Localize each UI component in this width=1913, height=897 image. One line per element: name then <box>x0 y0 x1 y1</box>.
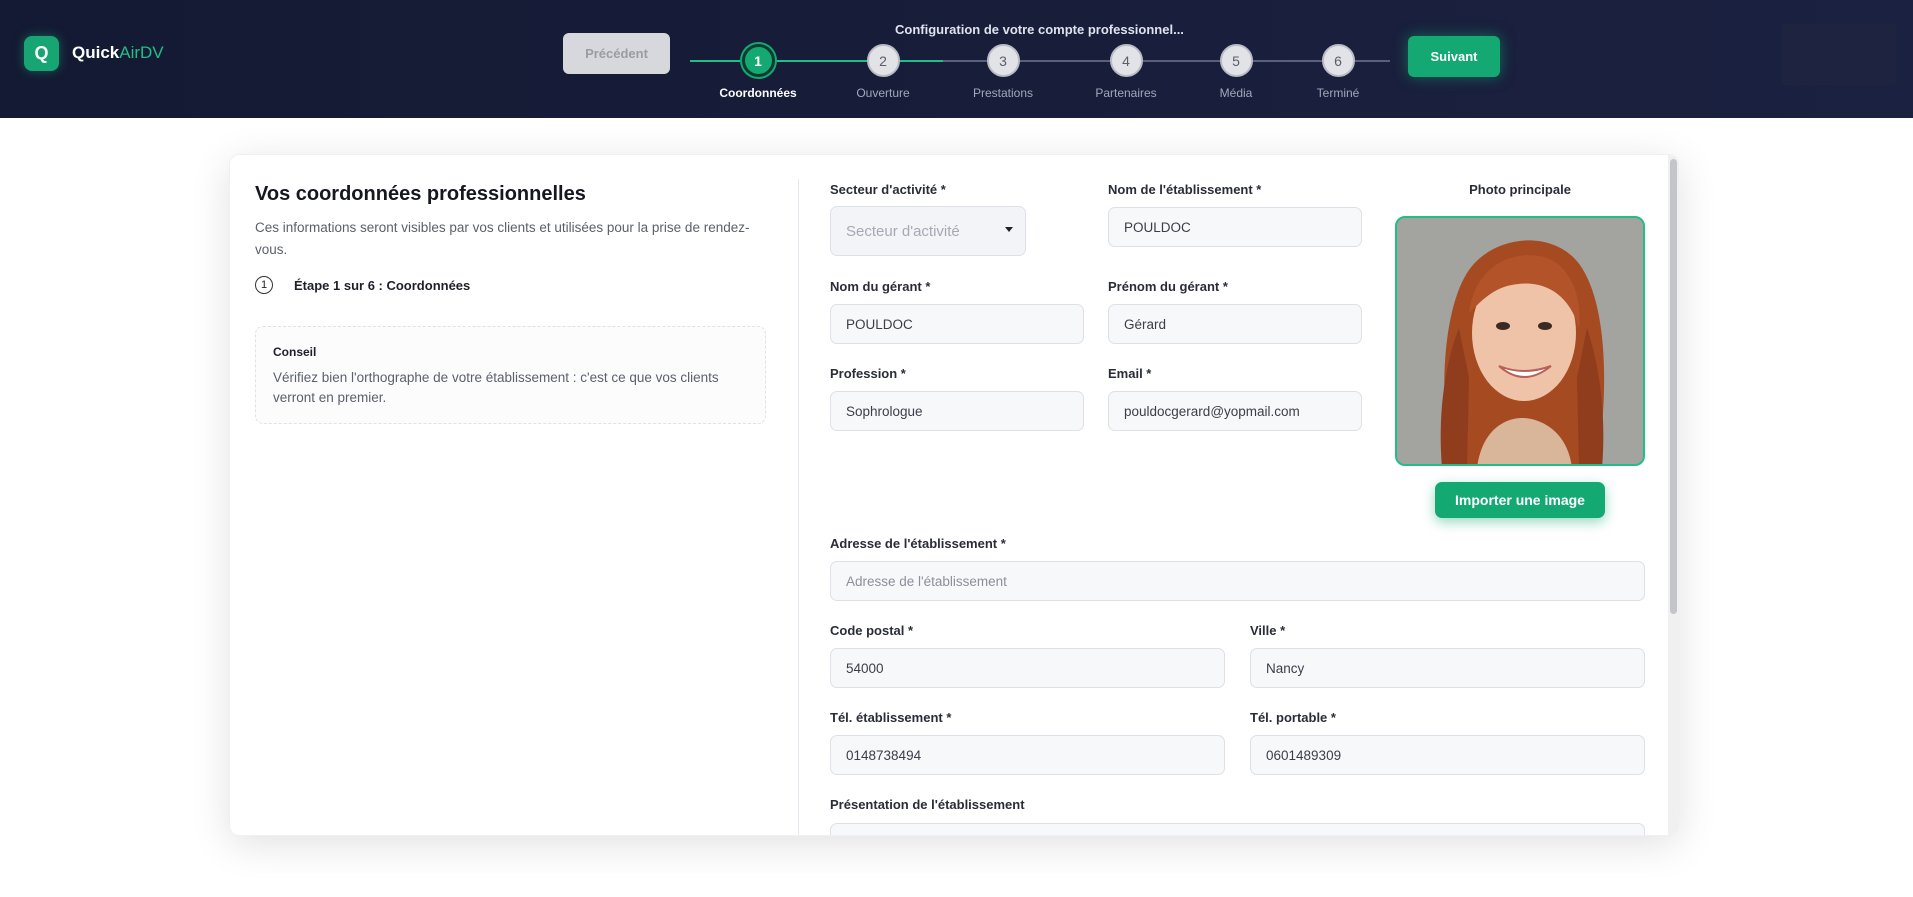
step-label: Ouverture <box>856 86 910 100</box>
gerant-prenom-field[interactable]: Gérard <box>1108 304 1362 344</box>
import-image-button[interactable]: Importer une image <box>1435 482 1605 518</box>
tip-title: Conseil <box>273 345 317 359</box>
step-partenaires[interactable]: 4 Partenaires <box>1066 44 1186 100</box>
gerant-nom-field[interactable]: POULDOC <box>830 304 1084 344</box>
etab-label: Nom de l'établissement * <box>1108 182 1262 197</box>
ville-field[interactable]: Nancy <box>1250 648 1645 688</box>
profession-field[interactable]: Sophrologue <box>830 391 1084 431</box>
previous-button[interactable]: Précédent <box>563 33 670 74</box>
cp-label: Code postal * <box>830 623 914 638</box>
step-prestations[interactable]: 3 Prestations <box>943 44 1063 100</box>
brand-main: Quick <box>72 43 120 62</box>
secteur-label: Secteur d'activité * <box>830 182 946 197</box>
profession-label: Profession * <box>830 366 906 381</box>
tip-text: Vérifiez bien l'orthographe de votre éta… <box>273 370 719 405</box>
presentation-label: Présentation de l'établissement <box>830 797 1025 812</box>
step-label: Partenaires <box>1095 86 1157 100</box>
step-termine[interactable]: 6 Terminé <box>1278 44 1398 100</box>
portrait-image <box>1397 218 1643 464</box>
page-title: Vos coordonnées professionnelles <box>255 183 586 205</box>
top-header: Q QuickAirDV Précédent Configuration de … <box>0 0 1913 118</box>
etab-field[interactable]: POULDOC <box>1108 207 1362 247</box>
step-indicator-text: Étape 1 sur 6 : Coordonnées <box>294 277 471 293</box>
step-indicator: 1 Étape 1 sur 6 : Coordonnées <box>255 276 470 294</box>
photo-label: Photo principale <box>1469 182 1571 197</box>
step-ouverture[interactable]: 2 Ouverture <box>823 44 943 100</box>
step-circle: 5 <box>1219 44 1253 77</box>
step-circle: 2 <box>866 44 900 77</box>
adresse-field[interactable]: Adresse de l'établissement <box>830 561 1645 601</box>
form-card: Vos coordonnées professionnelles Ces inf… <box>229 154 1679 836</box>
chevron-down-icon <box>1005 227 1013 232</box>
step-label: Terminé <box>1316 86 1360 100</box>
step-circle: 1 <box>741 44 775 77</box>
ville-label: Ville * <box>1250 623 1286 638</box>
column-divider <box>798 179 799 835</box>
step-coordonnees[interactable]: 1 Coordonnées <box>698 44 818 100</box>
secteur-select[interactable]: Secteur d'activité <box>830 206 1026 256</box>
tel-etab-label: Tél. établissement * <box>830 710 952 725</box>
tel-etab-field[interactable]: 0148738494 <box>830 735 1225 775</box>
step-label: Média <box>1219 86 1253 100</box>
config-title: Configuration de votre compte profession… <box>895 22 1184 37</box>
step-circle: 4 <box>1109 44 1143 77</box>
gerant-prenom-label: Prénom du gérant * <box>1108 279 1228 294</box>
tip-box: Conseil Vérifiez bien l'orthographe de v… <box>255 326 766 424</box>
email-field[interactable]: pouldocgerard@yopmail.com <box>1108 391 1362 431</box>
email-label: Email * <box>1108 366 1152 381</box>
brand-accent: AirDV <box>119 43 164 62</box>
tel-port-field[interactable]: 0601489309 <box>1250 735 1645 775</box>
step-label: Coordonnées <box>719 86 797 100</box>
next-button[interactable]: Suivant <box>1408 36 1500 77</box>
cp-field[interactable]: 54000 <box>830 648 1225 688</box>
tel-port-label: Tél. portable * <box>1250 710 1336 725</box>
scrollbar[interactable] <box>1668 155 1678 835</box>
step-number-icon: 1 <box>255 276 273 294</box>
adresse-label: Adresse de l'établissement * <box>830 536 1006 551</box>
page-description: Ces informations seront visibles par vos… <box>255 220 750 257</box>
gerant-nom-label: Nom du gérant * <box>830 279 931 294</box>
step-circle: 6 <box>1321 44 1355 77</box>
header-user-area <box>1782 24 1896 85</box>
brand-name: QuickAirDV <box>72 43 164 63</box>
scrollbar-thumb[interactable] <box>1670 159 1677 614</box>
step-label: Prestations <box>972 86 1034 100</box>
secteur-placeholder: Secteur d'activité <box>846 222 960 240</box>
logo-icon: Q <box>24 36 59 71</box>
main-photo <box>1395 216 1645 466</box>
presentation-field[interactable] <box>830 823 1645 835</box>
step-circle: 3 <box>986 44 1020 77</box>
